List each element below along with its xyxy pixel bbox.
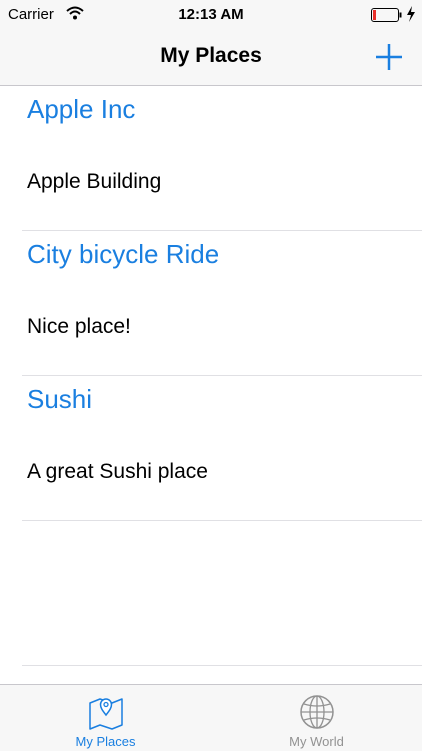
- status-bar: Carrier 12:13 AM: [0, 0, 422, 30]
- globe-icon: [300, 695, 334, 729]
- place-subtitle: Nice place!: [27, 315, 131, 338]
- list-item[interactable]: City bicycle Ride Nice place!: [22, 231, 422, 376]
- empty-row: [22, 521, 422, 666]
- list-item[interactable]: Sushi A great Sushi place: [22, 376, 422, 521]
- add-place-button[interactable]: [372, 40, 406, 74]
- tab-label: My World: [289, 734, 344, 749]
- status-time: 12:13 AM: [178, 6, 244, 23]
- tab-my-places[interactable]: My Places: [0, 685, 211, 751]
- places-list: Apple Inc Apple Building City bicycle Ri…: [0, 86, 422, 666]
- plus-icon: [376, 44, 402, 70]
- tab-label: My Places: [75, 734, 136, 749]
- place-subtitle: A great Sushi place: [27, 460, 208, 483]
- tab-my-world[interactable]: My World: [211, 685, 422, 751]
- place-title: Apple Inc: [27, 94, 136, 124]
- place-title: Sushi: [27, 384, 93, 414]
- place-subtitle: Apple Building: [27, 170, 162, 193]
- charging-icon: [406, 6, 416, 27]
- map-pin-icon: [89, 698, 123, 730]
- tab-bar: My Places My World: [0, 684, 422, 751]
- list-item[interactable]: Apple Inc Apple Building: [22, 86, 422, 231]
- page-title: My Places: [160, 44, 262, 67]
- battery-icon: [371, 8, 403, 27]
- place-title: City bicycle Ride: [27, 239, 220, 269]
- navigation-bar: My Places: [0, 30, 422, 86]
